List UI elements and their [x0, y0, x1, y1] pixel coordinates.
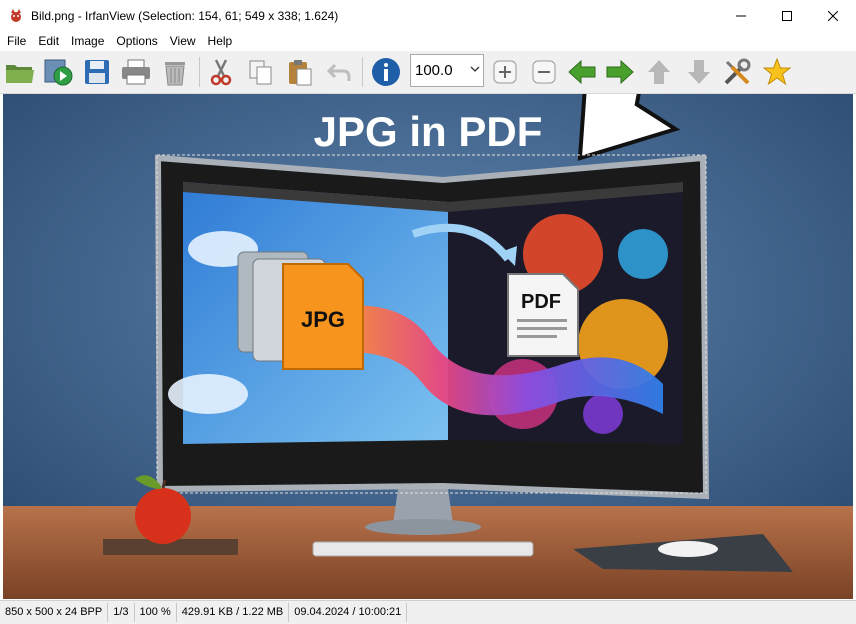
menu-help[interactable]: Help [202, 31, 239, 51]
status-datetime: 09.04.2024 / 10:00:21 [289, 603, 408, 622]
slideshow-button[interactable] [42, 56, 74, 88]
zoom-out-icon [532, 60, 556, 84]
open-folder-icon [6, 65, 34, 83]
arrow-down-icon [688, 60, 710, 84]
printer-icon [122, 59, 150, 85]
menu-bar: File Edit Image Options View Help [0, 31, 856, 51]
minimize-button[interactable] [718, 0, 764, 31]
print-button[interactable] [120, 56, 152, 88]
down-button[interactable] [683, 56, 715, 88]
delete-button[interactable] [159, 56, 191, 88]
floppy-save-icon [85, 60, 109, 84]
menu-options[interactable]: Options [110, 31, 163, 51]
scissors-icon [210, 59, 232, 86]
favorite-button[interactable] [761, 56, 793, 88]
copy-button[interactable] [245, 56, 277, 88]
undo-icon [327, 63, 351, 81]
arrow-left-icon [568, 59, 596, 85]
clipboard-paste-icon [289, 60, 312, 86]
status-zoom: 100 % [135, 603, 177, 622]
trash-icon [165, 62, 185, 86]
settings-button[interactable] [721, 56, 753, 88]
displayed-image: JPG PDF JPG in PDF [3, 94, 853, 599]
status-bar: 850 x 500 x 24 BPP 1/3 100 % 429.91 KB /… [0, 600, 856, 624]
cut-button[interactable] [205, 56, 237, 88]
zoom-out-button[interactable] [528, 56, 560, 88]
irfanview-window: Bild.png - IrfanView (Selection: 154, 61… [0, 0, 856, 624]
close-button[interactable] [810, 0, 856, 31]
slideshow-icon [44, 59, 73, 86]
status-dimensions: 850 x 500 x 24 BPP [0, 603, 109, 622]
jpg-label: JPG [301, 307, 345, 332]
previous-button[interactable] [566, 56, 598, 88]
arrow-up-icon [648, 60, 670, 84]
toolbar-separator [362, 57, 363, 87]
menu-view[interactable]: View [164, 31, 202, 51]
paste-button[interactable] [284, 56, 316, 88]
status-filesize: 429.91 KB / 1.22 MB [177, 603, 290, 622]
maximize-button[interactable] [764, 0, 810, 31]
undo-button[interactable] [324, 56, 356, 88]
star-icon [762, 57, 792, 86]
up-button[interactable] [643, 56, 675, 88]
title-bar[interactable]: Bild.png - IrfanView (Selection: 154, 61… [0, 0, 856, 31]
info-button[interactable] [370, 56, 402, 88]
pdf-document [507, 273, 579, 357]
close-icon [828, 10, 838, 21]
open-button[interactable] [4, 56, 36, 88]
image-canvas[interactable]: JPG PDF JPG in PDF [3, 94, 853, 599]
irfanview-cat-icon [11, 8, 21, 22]
zoom-in-button[interactable] [489, 56, 521, 88]
zoom-value: 100.0 [415, 62, 453, 79]
menu-file[interactable]: File [0, 31, 32, 51]
next-button[interactable] [604, 56, 636, 88]
save-button[interactable] [81, 56, 113, 88]
menu-edit[interactable]: Edit [32, 31, 65, 51]
chevron-down-icon[interactable] [470, 65, 480, 73]
pdf-label: PDF [521, 291, 561, 313]
copy-icon [249, 60, 272, 85]
zoom-in-icon [493, 60, 517, 84]
arrow-right-icon [606, 59, 634, 85]
zoom-combobox[interactable]: 100.0 [410, 54, 484, 87]
info-icon [372, 58, 400, 86]
status-page: 1/3 [108, 603, 135, 622]
menu-image[interactable]: Image [65, 31, 110, 51]
minimize-icon [736, 15, 746, 16]
tools-icon [724, 58, 751, 85]
headline: JPG in PDF [314, 108, 543, 155]
maximize-icon [782, 10, 792, 21]
window-title: Bild.png - IrfanView (Selection: 154, 61… [31, 8, 339, 23]
toolbar-separator [199, 57, 200, 87]
